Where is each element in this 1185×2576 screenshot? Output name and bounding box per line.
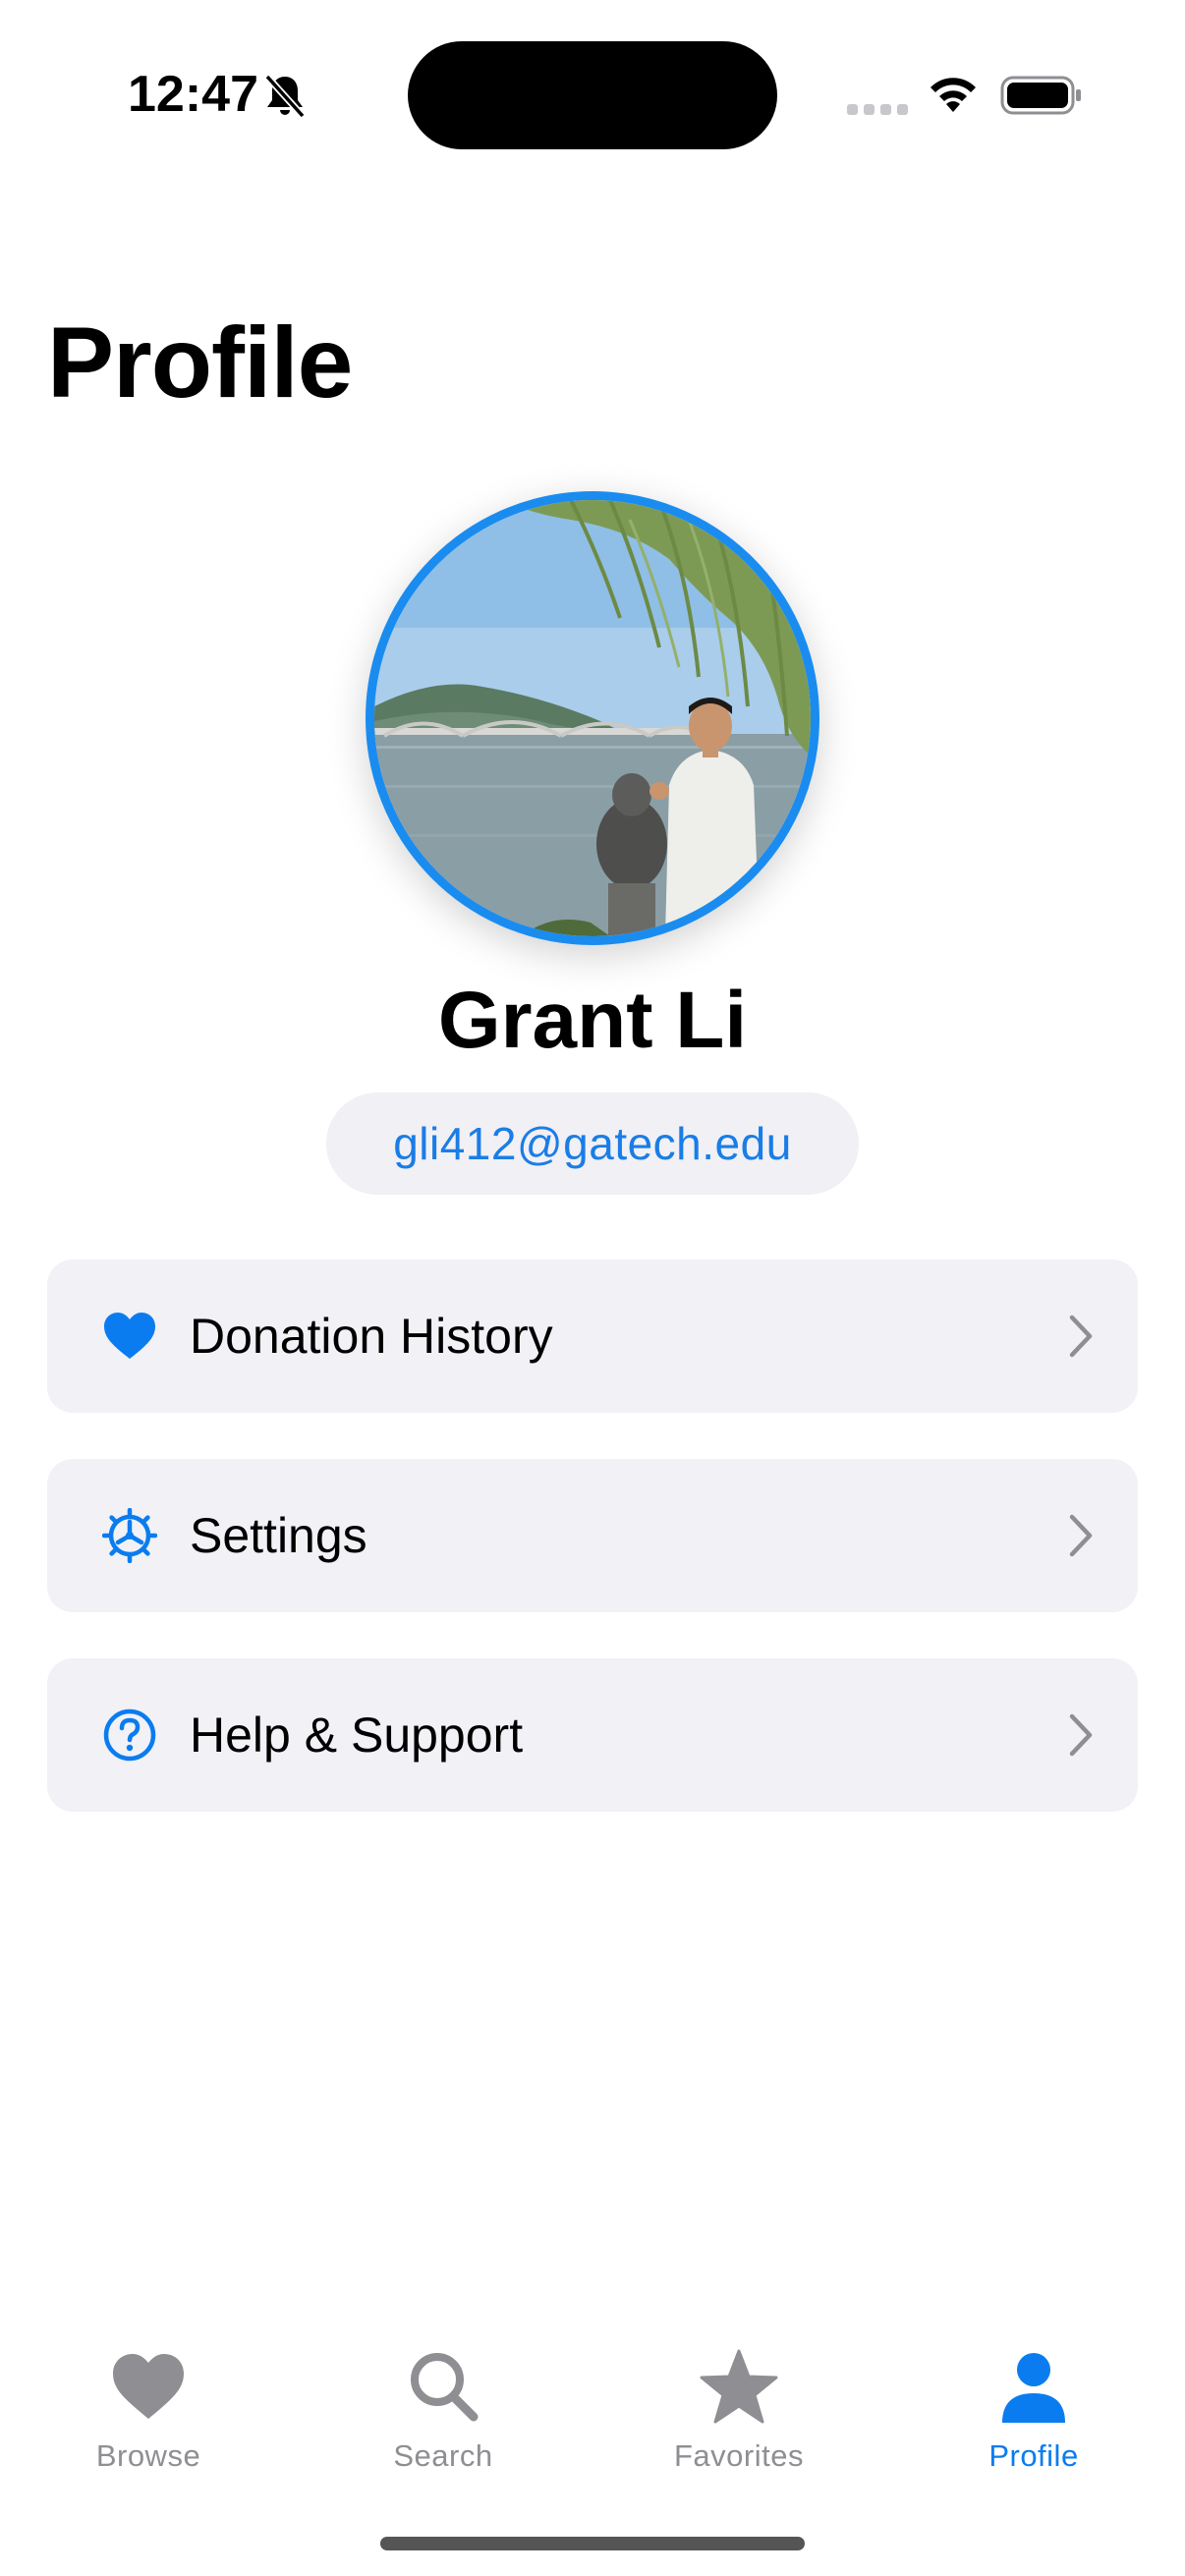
- avatar[interactable]: [366, 491, 819, 945]
- tab-search[interactable]: Search: [325, 2328, 561, 2495]
- menu-item-help-support[interactable]: Help & Support: [47, 1658, 1138, 1812]
- magnifier-icon: [411, 2353, 479, 2422]
- heart-icon: [113, 2354, 184, 2419]
- chevron-right-icon: [1069, 1713, 1093, 1757]
- tab-bar: Browse Search Favorites Profile: [0, 2328, 1185, 2495]
- star-icon: [700, 2349, 778, 2424]
- wifi-icon: [931, 78, 976, 112]
- user-name: Grant Li: [437, 976, 748, 1065]
- profile-photo: [374, 500, 811, 936]
- menu-item-label: Help & Support: [190, 1708, 524, 1763]
- cellular-signal-icon: [847, 104, 908, 115]
- person-icon: [1002, 2353, 1065, 2423]
- menu-item-donation-history[interactable]: Donation History: [47, 1260, 1138, 1413]
- bell-slash-icon: [264, 74, 306, 119]
- tab-label: Search: [393, 2438, 493, 2473]
- menu-item-settings[interactable]: Settings: [47, 1459, 1138, 1612]
- tab-label: Browse: [95, 2438, 201, 2473]
- page-title: Profile: [47, 307, 353, 419]
- dynamic-island: [408, 41, 777, 149]
- status-time: 12:47: [128, 66, 258, 123]
- profile-screen: 12:47 Profile Grant Li gli412@gatech.edu…: [0, 0, 1185, 2576]
- menu-item-label: Donation History: [190, 1309, 553, 1364]
- tab-label: Favorites: [674, 2438, 804, 2473]
- tab-label: Profile: [988, 2438, 1079, 2473]
- menu-item-label: Settings: [190, 1508, 367, 1563]
- chevron-right-icon: [1069, 1514, 1093, 1557]
- question-circle-icon: [102, 1708, 157, 1763]
- email-badge: gli412@gatech.edu: [326, 1092, 859, 1195]
- email-text: gli412@gatech.edu: [393, 1118, 792, 1169]
- tab-profile[interactable]: Profile: [916, 2328, 1152, 2495]
- battery-full-icon: [1000, 76, 1081, 115]
- tab-browse[interactable]: Browse: [30, 2328, 266, 2495]
- tab-favorites[interactable]: Favorites: [621, 2328, 857, 2495]
- home-indicator[interactable]: [380, 2537, 805, 2550]
- gear-icon: [102, 1508, 157, 1563]
- heart-icon: [102, 1309, 157, 1364]
- chevron-right-icon: [1069, 1315, 1093, 1358]
